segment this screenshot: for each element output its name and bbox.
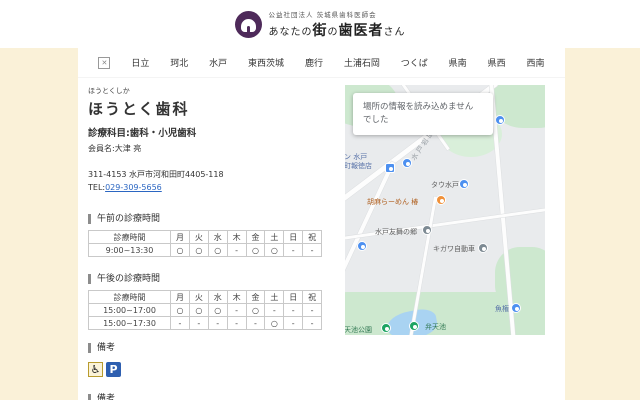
- nav-item-rokko[interactable]: 鹿行: [305, 56, 323, 69]
- poi-label: 水戸友舞の郷: [375, 228, 417, 236]
- table-row: 15:00~17:30 - - - - - ○ - -: [88, 316, 322, 330]
- clinic-furigana: ほうとくしか: [88, 87, 130, 95]
- map-pin-icon[interactable]: [511, 303, 521, 313]
- org-name: 公益社団法人 茨城県歯科医師会: [268, 10, 377, 19]
- map-pin-icon[interactable]: [357, 241, 367, 251]
- region-navbar: ✕ 日立 珂北 水戸 東西茨城 鹿行 土浦石岡 つくば 県南 県西 西南: [78, 48, 565, 78]
- map-error-popup: 場所の情報を読み込めません でした: [353, 93, 493, 135]
- table-header-row: 診療時間 月 火 水 木 金 土 日 祝: [88, 290, 322, 304]
- nav-item-tsukuba[interactable]: つくば: [401, 56, 428, 69]
- content-column: ✕ 日立 珂北 水戸 東西茨城 鹿行 土浦石岡 つくば 県南 県西 西南 ほうと…: [78, 48, 565, 400]
- morning-hours-table: 診療時間 月 火 水 木 金 土 日 祝 9:00~13:30 ○ ○ ○ - …: [88, 230, 322, 257]
- afternoon-hours-table: 診療時間 月 火 水 木 金 土 日 祝 15:00~17:00 ○ ○ ○ -…: [88, 290, 322, 330]
- nav-item-mito[interactable]: 水戸: [209, 56, 227, 69]
- nav-item-tsuchiura-ishioka[interactable]: 土浦石岡: [344, 56, 380, 69]
- parking-icon: P: [106, 362, 121, 377]
- map-pin-icon[interactable]: [459, 179, 469, 189]
- member-name: 会員名:大津 亮: [88, 144, 142, 153]
- map-pin-icon[interactable]: [495, 115, 505, 125]
- poi-label: 胡麻らーめん 椿: [367, 198, 419, 206]
- clinic-address: 311-4153 水戸市河和田町4405-118: [88, 170, 224, 179]
- clinic-detail: ほうとくしか ほうとく歯科 診療科目:歯科・小児歯科 会員名:大津 亮 311-…: [88, 86, 338, 400]
- facilities-title: 備考: [88, 343, 338, 353]
- location-map[interactable]: 水戸岩間街道 いちご屋 ローソン 水戸河和田町報徳店 タウ水戸 胡麻らーめん 椿…: [345, 85, 545, 335]
- morning-hours-title: 午前の診療時間: [88, 214, 338, 224]
- nav-item-kahoku[interactable]: 珂北: [170, 56, 188, 69]
- wheelchair-icon: ♿: [88, 362, 103, 377]
- map-pin-icon[interactable]: [436, 195, 446, 205]
- site-header: 公益社団法人 茨城県歯科医師会 あなたの街の歯医者さん: [0, 0, 640, 48]
- map-pin-icon[interactable]: [422, 225, 432, 235]
- map-pin-icon[interactable]: [409, 321, 419, 331]
- site-logo[interactable]: 公益社団法人 茨城県歯科医師会 あなたの街の歯医者さん: [234, 9, 406, 40]
- nav-item-kensei[interactable]: 県西: [488, 56, 506, 69]
- clinic-name: ほうとく歯科: [88, 100, 190, 118]
- brand-title: あなたの街の歯医者さん: [268, 22, 406, 39]
- table-row: 9:00~13:30 ○ ○ ○ - ○ ○ - -: [88, 243, 322, 257]
- nav-item-hitachi[interactable]: 日立: [131, 56, 149, 69]
- map-pin-icon[interactable]: [402, 158, 412, 168]
- poi-label: 魚権: [495, 305, 509, 313]
- clinic-departments: 診療科目:歯科・小児歯科: [88, 128, 197, 139]
- facility-icons: ♿ P: [88, 362, 338, 377]
- home-broken-image-icon[interactable]: ✕: [98, 56, 111, 69]
- poi-label: 弁天池: [425, 323, 446, 331]
- clinic-tel: TEL:029-309-5656: [88, 183, 162, 192]
- poi-label: ローソン 水戸河和田町報徳店: [345, 153, 372, 171]
- tel-link[interactable]: 029-309-5656: [105, 183, 162, 192]
- nav-item-kennan[interactable]: 県南: [449, 56, 467, 69]
- table-row: 15:00~17:00 ○ ○ ○ - ○ - - -: [88, 303, 322, 317]
- table-header-row: 診療時間 月 火 水 木 金 土 日 祝: [88, 230, 322, 244]
- nav-item-seinan[interactable]: 西南: [526, 56, 544, 69]
- poi-label: キガワ自動車: [433, 245, 475, 253]
- poi-label: タウ水戸: [431, 181, 459, 189]
- map-pin-icon[interactable]: [478, 243, 488, 253]
- poi-label: 弁天池公園: [345, 326, 372, 334]
- map-pin-icon[interactable]: [381, 323, 391, 333]
- remarks-title: 備考: [88, 394, 338, 400]
- afternoon-hours-title: 午後の診療時間: [88, 274, 338, 284]
- tooth-logo-icon: [234, 10, 262, 38]
- map-pin-icon[interactable]: [385, 163, 395, 173]
- nav-item-tozai-ibaraki[interactable]: 東西茨城: [248, 56, 284, 69]
